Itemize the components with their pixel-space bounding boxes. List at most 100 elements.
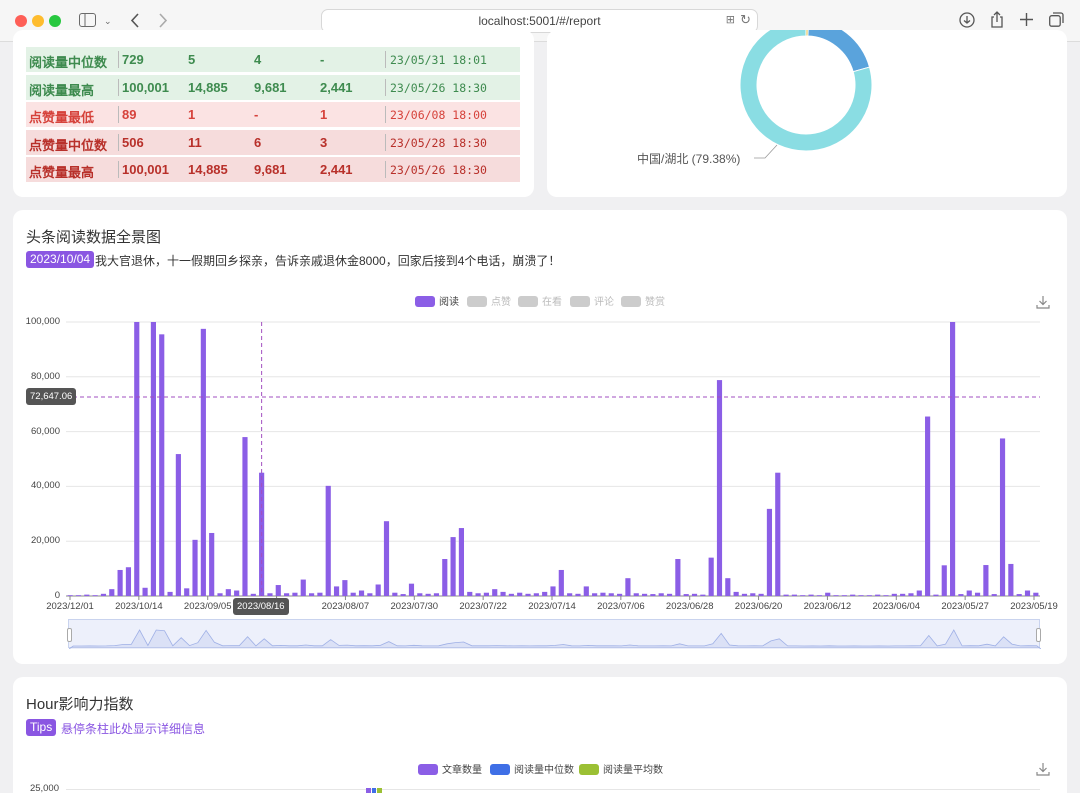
bar-mark[interactable]	[225, 589, 231, 596]
download-icon[interactable]	[959, 12, 975, 28]
bar-mark[interactable]	[900, 593, 906, 596]
bar-mark[interactable]	[217, 593, 223, 596]
bar-mark[interactable]	[691, 593, 698, 596]
share-icon[interactable]	[990, 11, 1004, 28]
bar-mark[interactable]	[875, 594, 881, 596]
bar-mark[interactable]	[134, 322, 140, 596]
bar-mark[interactable]	[558, 569, 564, 596]
bar-mark[interactable]	[600, 592, 606, 596]
bar-mark[interactable]	[816, 595, 822, 596]
data-zoom-slider[interactable]	[67, 619, 1041, 649]
zoom-handle-right[interactable]	[1036, 628, 1041, 642]
bar-mark[interactable]	[525, 593, 531, 596]
bar-mark[interactable]	[716, 380, 723, 596]
hour-bar-green[interactable]	[377, 788, 382, 793]
bar-mark[interactable]	[375, 584, 381, 596]
bar-mark[interactable]	[708, 557, 714, 596]
bar-mark[interactable]	[517, 592, 523, 596]
bar-mark[interactable]	[933, 594, 939, 596]
bar-mark[interactable]	[250, 593, 256, 596]
bar-mark[interactable]	[425, 593, 431, 596]
minimize-window-button[interactable]	[32, 15, 44, 27]
bar-mark[interactable]	[617, 593, 623, 596]
bar-mark[interactable]	[700, 594, 706, 596]
bar-mark[interactable]	[483, 592, 489, 596]
bar-mark[interactable]	[775, 472, 781, 596]
bar-mark[interactable]	[367, 593, 373, 596]
chevron-down-icon[interactable]: ⌄	[104, 11, 112, 31]
bar-mark[interactable]	[125, 567, 132, 596]
bar-mark[interactable]	[117, 569, 123, 596]
bar-mark[interactable]	[467, 591, 473, 596]
bar-mark[interactable]	[791, 594, 797, 596]
bar-mark[interactable]	[925, 416, 931, 596]
bar-mark[interactable]	[1016, 594, 1022, 596]
bar-mark[interactable]	[542, 591, 548, 596]
bar-mark[interactable]	[800, 595, 806, 596]
bar-mark[interactable]	[741, 593, 748, 596]
bar-mark[interactable]	[633, 593, 639, 596]
bar-mark[interactable]	[725, 578, 731, 596]
bar-mark[interactable]	[683, 594, 689, 596]
bar-mark[interactable]	[750, 593, 756, 596]
bar-mark[interactable]	[450, 537, 456, 596]
bar-mark[interactable]	[758, 593, 764, 596]
bar-mark[interactable]	[350, 592, 356, 596]
bar-mark[interactable]	[825, 592, 831, 596]
bar-mark[interactable]	[309, 593, 315, 596]
bar-mark[interactable]	[184, 588, 190, 596]
tab-overview-icon[interactable]	[1049, 12, 1064, 27]
translate-icon[interactable]: ⊞	[726, 13, 735, 26]
bar-mark[interactable]	[408, 583, 415, 596]
hour-bar-purple[interactable]	[366, 788, 371, 793]
bar-mark[interactable]	[433, 593, 440, 596]
bar-mark[interactable]	[100, 593, 107, 596]
bar-mark[interactable]	[358, 590, 365, 596]
bar-mark[interactable]	[941, 565, 947, 596]
bar-mark[interactable]	[67, 595, 73, 596]
bar-mark[interactable]	[991, 594, 997, 596]
bar-mark[interactable]	[167, 591, 173, 596]
bar-mark[interactable]	[200, 328, 206, 596]
bar-mark[interactable]	[75, 595, 82, 596]
bar-mark[interactable]	[891, 593, 897, 596]
bar-mark[interactable]	[458, 528, 465, 596]
bar-mark[interactable]	[583, 586, 589, 596]
hour-legend-item[interactable]: 文章数量	[418, 761, 482, 776]
bar-mark[interactable]	[1033, 592, 1039, 596]
bar-mark[interactable]	[650, 594, 656, 596]
bar-mark[interactable]	[983, 565, 989, 596]
bar-mark[interactable]	[858, 595, 864, 596]
bar-mark[interactable]	[142, 587, 148, 596]
bar-mark[interactable]	[400, 594, 406, 596]
bar-mark[interactable]	[567, 593, 573, 596]
bar-mark[interactable]	[500, 591, 506, 596]
bar-mark[interactable]	[492, 589, 498, 596]
bar-mark[interactable]	[267, 593, 273, 596]
hour-legend-item[interactable]: 阅读量中位数	[490, 761, 574, 776]
bar-mark[interactable]	[508, 593, 514, 596]
bar-mark[interactable]	[908, 593, 914, 596]
bar-mark[interactable]	[109, 589, 115, 596]
bar-mark[interactable]	[392, 592, 398, 596]
bar-mark[interactable]	[666, 593, 673, 596]
bar-mark[interactable]	[325, 485, 331, 596]
bar-mark[interactable]	[159, 334, 165, 596]
bar-mark[interactable]	[284, 593, 290, 596]
bar-mark[interactable]	[533, 593, 539, 596]
bar-mark[interactable]	[625, 578, 631, 596]
bar-mark[interactable]	[641, 593, 648, 596]
forward-arrow-icon[interactable]	[158, 13, 168, 28]
bar-mark[interactable]	[974, 592, 981, 596]
bar-mark[interactable]	[658, 593, 664, 596]
bar-mark[interactable]	[575, 593, 581, 596]
zoom-handle-left[interactable]	[67, 628, 72, 642]
new-tab-icon[interactable]	[1020, 13, 1033, 26]
bar-mark[interactable]	[958, 594, 964, 596]
bar-mark[interactable]	[550, 586, 556, 596]
bar-mark[interactable]	[999, 438, 1006, 596]
bar-mark[interactable]	[608, 593, 614, 596]
bar-mark[interactable]	[866, 595, 872, 596]
bar-mark[interactable]	[966, 590, 972, 596]
hour-save-icon[interactable]	[1036, 762, 1050, 776]
